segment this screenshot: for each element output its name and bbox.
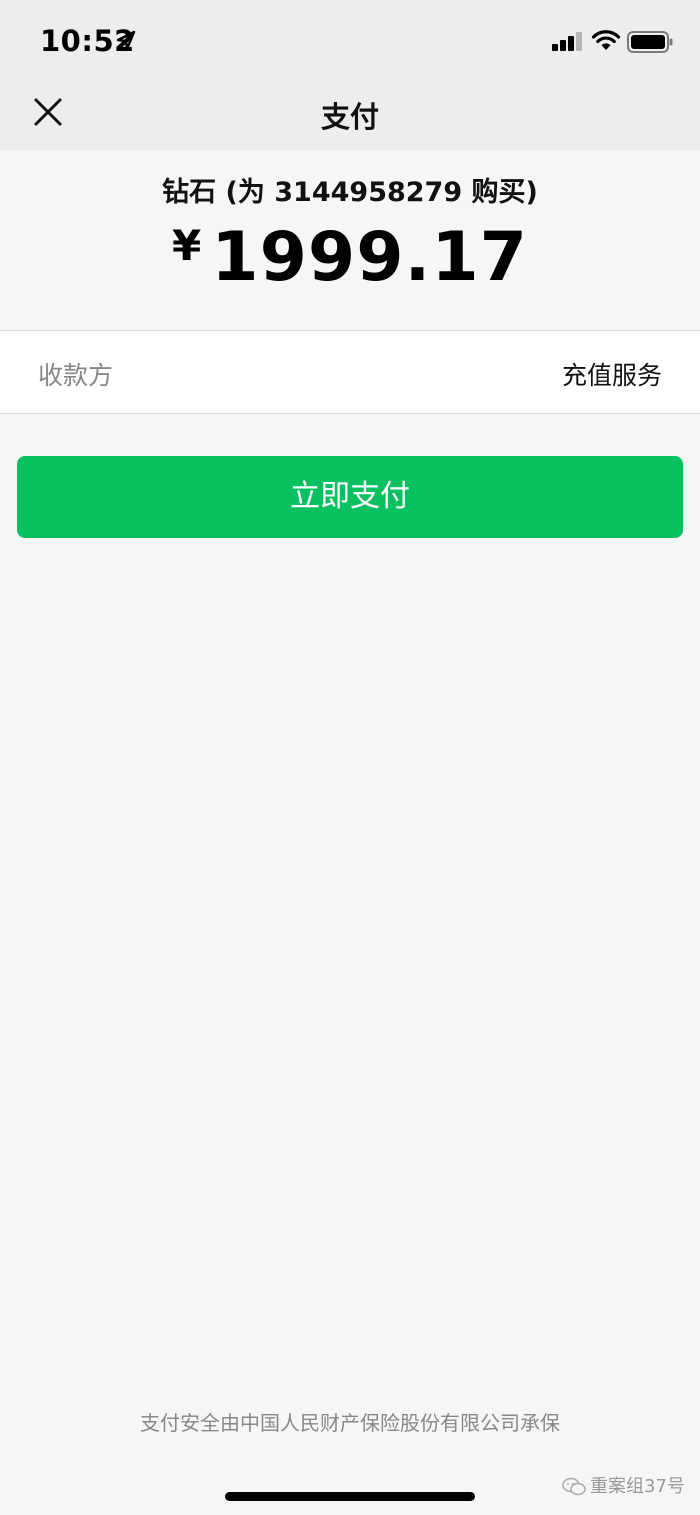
- wechat-logo-icon: [562, 1477, 586, 1496]
- product-description: 钻石 (为 3144958279 购买): [162, 177, 538, 208]
- watermark-text: 重案组37号: [590, 1476, 685, 1497]
- watermark: 重案组37号: [562, 1472, 685, 1500]
- status-bar: 10:52: [0, 0, 700, 82]
- payee-value: 充值服务: [561, 361, 662, 390]
- payment-screen: 10:52 支付 钻石 (为 3144958279 购买) ¥ 1999.17 …: [0, 0, 700, 1515]
- amount-value: 1999.17: [211, 218, 528, 297]
- nav-bar: 支付: [0, 82, 700, 150]
- pay-now-button[interactable]: 立即支付: [17, 456, 683, 538]
- currency-symbol: ¥: [172, 221, 202, 270]
- location-arrow-icon: [116, 30, 136, 51]
- insurance-notice: 支付安全由中国人民财产保险股份有限公司承保: [140, 1411, 560, 1435]
- wifi-icon: [591, 30, 621, 50]
- battery-icon: [627, 31, 673, 53]
- payee-label: 收款方: [38, 361, 114, 390]
- payment-amount: ¥1999.17: [0, 218, 700, 297]
- cellular-signal-icon: [552, 32, 582, 51]
- page-title: 支付: [320, 100, 379, 134]
- home-indicator[interactable]: [225, 1492, 475, 1501]
- payee-row: 收款方 充值服务: [0, 330, 700, 414]
